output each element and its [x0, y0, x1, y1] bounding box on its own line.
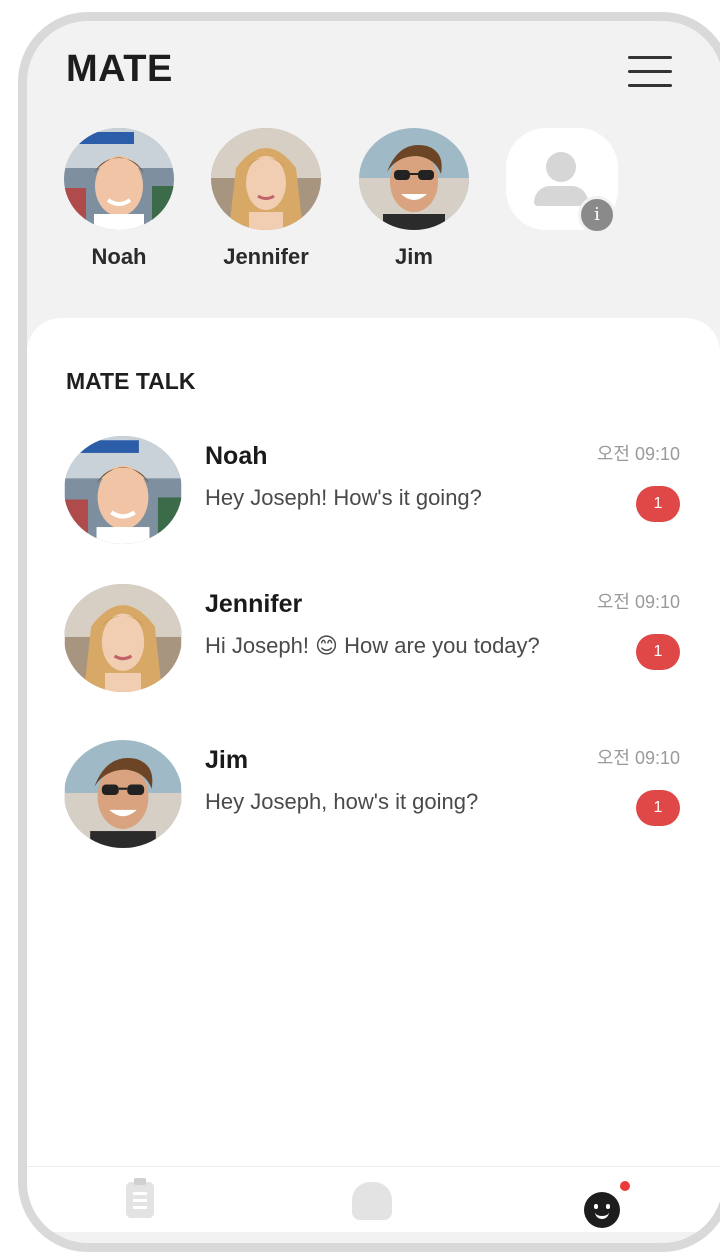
avatar: [64, 436, 182, 544]
jim-photo: [359, 128, 469, 230]
chat-preview: Hey Joseph, how's it going?: [205, 789, 479, 814]
jennifer-photo: [211, 128, 321, 230]
unread-badge: 1: [636, 634, 680, 670]
chat-row-jim[interactable]: Jim Hey Joseph, how's it going? 오전 09:10…: [60, 740, 690, 860]
chat-name: Noah: [205, 442, 268, 470]
chat-time: 오전 09:10: [596, 748, 680, 768]
chat-row-jennifer[interactable]: Jennifer Hi Joseph! 😊 How are you today?…: [60, 584, 690, 704]
device-frame: MATE Noah Jennifer Jim i MATE TALK Noah …: [18, 12, 720, 1252]
chat-row-noah[interactable]: Noah Hey Joseph! How's it going? 오전 09:1…: [60, 436, 690, 556]
avatar: [64, 584, 182, 692]
chat-name: Jim: [205, 746, 249, 774]
chat-name: Jennifer: [205, 590, 303, 618]
mate-avatar-jennifer[interactable]: Jennifer: [206, 128, 326, 270]
home-icon[interactable]: [352, 1182, 392, 1220]
unread-badge: 1: [636, 486, 680, 522]
info-icon[interactable]: i: [578, 196, 616, 234]
mate-avatar-noah[interactable]: Noah: [59, 128, 179, 270]
mate-name: Jim: [395, 244, 433, 269]
mate-avatar-jim[interactable]: Jim: [354, 128, 474, 270]
app-title: MATE: [66, 48, 173, 90]
mate-face-icon[interactable]: [584, 1192, 620, 1228]
hamburger-menu-icon[interactable]: [626, 52, 674, 90]
person-placeholder-icon: [546, 152, 576, 182]
mate-name: Jennifer: [223, 244, 309, 269]
chat-time: 오전 09:10: [596, 592, 680, 612]
clipboard-icon[interactable]: [126, 1178, 154, 1218]
chat-time: 오전 09:10: [596, 444, 680, 464]
avatar: [64, 740, 182, 848]
notification-dot: [620, 1181, 630, 1191]
unread-badge: 1: [636, 790, 680, 826]
section-title: MATE TALK: [66, 368, 196, 394]
chat-preview: Hi Joseph! 😊 How are you today?: [205, 633, 540, 658]
mate-name: Noah: [91, 244, 147, 269]
noah-photo: [64, 128, 174, 230]
chat-preview: Hey Joseph! How's it going?: [205, 485, 482, 510]
screen: MATE Noah Jennifer Jim i MATE TALK Noah …: [27, 21, 720, 1232]
